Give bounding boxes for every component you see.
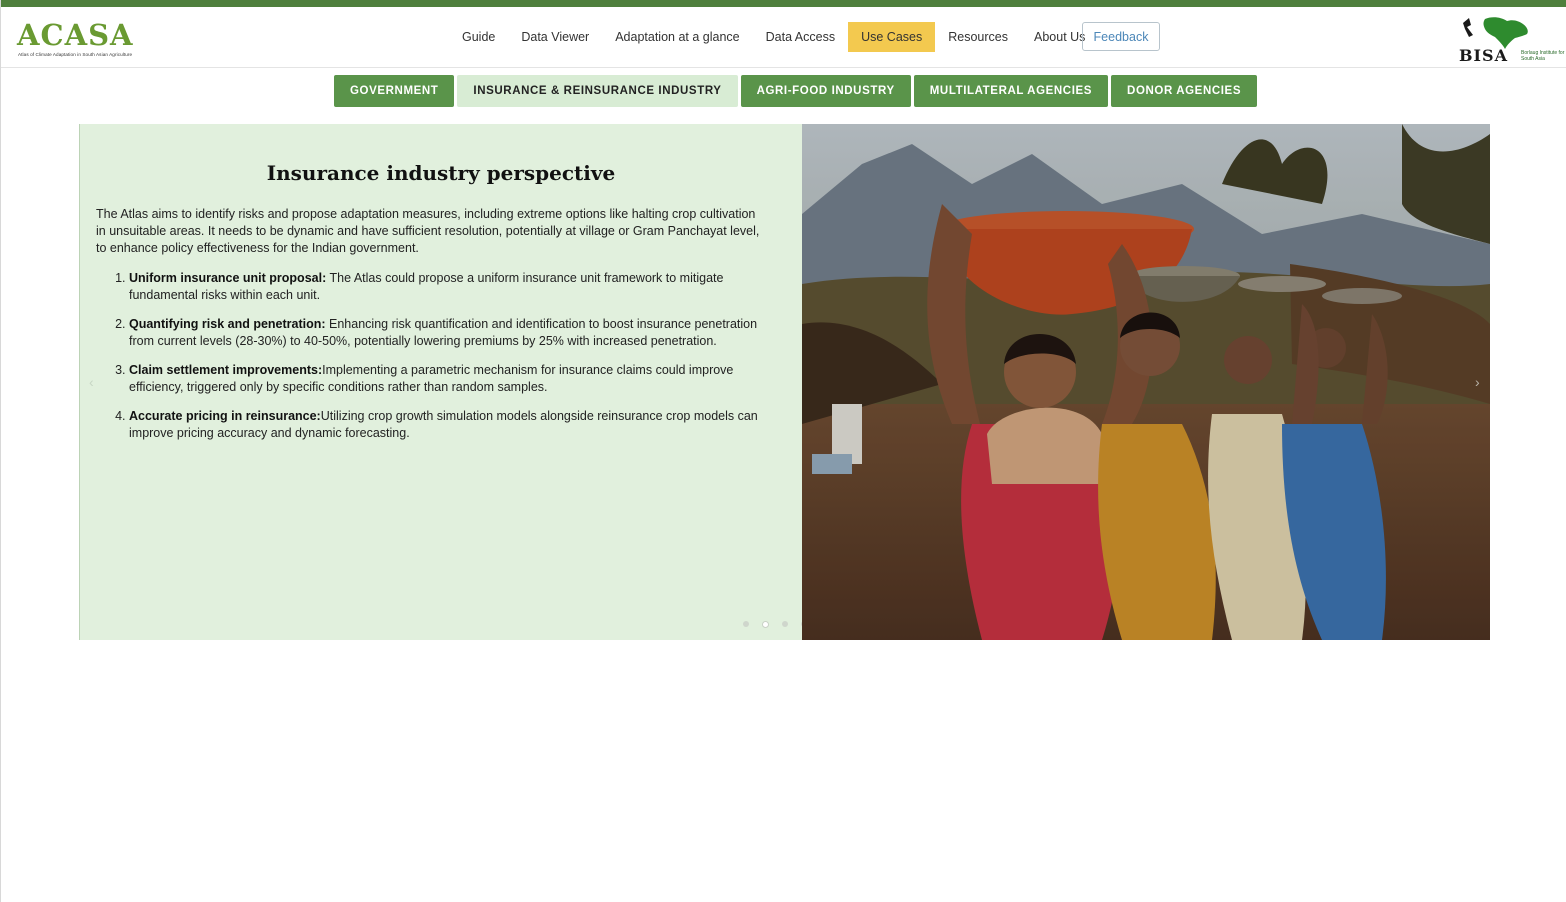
nav-item-guide[interactable]: Guide [449, 22, 508, 52]
slide-text-panel: Insurance industry perspective The Atlas… [80, 124, 826, 640]
slide-title: Insurance industry perspective [266, 161, 616, 185]
carousel-prev-icon[interactable]: ‹ [89, 374, 94, 390]
slide-point: Accurate pricing in reinsurance:Utilizin… [129, 408, 785, 442]
acasa-logo-tagline: Atlas of Climate Adaptation in South Asi… [18, 52, 133, 57]
tab-agri-food-industry[interactable]: AGRI-FOOD INDUSTRY [740, 75, 911, 107]
nav-item-adaptation-at-a-glance[interactable]: Adaptation at a glance [602, 22, 752, 52]
carousel-dot[interactable] [762, 621, 769, 628]
top-accent-stripe [1, 0, 1566, 7]
nav-item-data-viewer[interactable]: Data Viewer [508, 22, 602, 52]
site-header: ACASA Atlas of Climate Adaptation in Sou… [1, 7, 1566, 68]
main-nav: Guide Data Viewer Adaptation at a glance Da… [449, 22, 1098, 52]
slide-point-heading: Quantifying risk and penetration: [129, 317, 326, 331]
bisa-logo-subtitle: Borlaug Institute for South Asia [1521, 50, 1565, 62]
slide-point-heading: Accurate pricing in reinsurance: [129, 409, 321, 423]
nav-item-use-cases[interactable]: Use Cases [848, 22, 936, 52]
slide-point-heading: Uniform insurance unit proposal: [129, 271, 327, 285]
use-case-tabs: GOVERNMENT INSURANCE & REINSURANCE INDUST… [334, 75, 1258, 107]
tab-insurance-reinsurance-industry[interactable]: INSURANCE & REINSURANCE INDUSTRY [457, 75, 738, 107]
slide-point: Quantifying risk and penetration: Enhanc… [129, 316, 785, 350]
slide-intro: The Atlas aims to identify risks and pro… [96, 207, 760, 255]
use-case-carousel: Insurance industry perspective The Atlas… [79, 124, 1491, 640]
tab-multilateral-agencies[interactable]: MULTILATERAL AGENCIES [913, 75, 1109, 107]
tab-donor-agencies[interactable]: DONOR AGENCIES [1111, 75, 1258, 107]
carousel-dot[interactable] [743, 621, 749, 627]
slide-point: Uniform insurance unit proposal: The Atl… [129, 270, 785, 304]
slide-point: Claim settlement improvements:Implementi… [129, 362, 785, 396]
acasa-logo-word: ACASA [17, 18, 134, 52]
acasa-logo[interactable]: ACASA Atlas of Climate Adaptation in Sou… [17, 19, 135, 61]
nav-item-resources[interactable]: Resources [935, 22, 1021, 52]
nav-item-data-access[interactable]: Data Access [753, 22, 848, 52]
slide-points-list: Uniform insurance unit proposal: The Atl… [96, 270, 786, 442]
slide-photo: › [802, 124, 1490, 640]
tab-government[interactable]: GOVERNMENT [334, 75, 455, 107]
women-carrying-baskets-photo [802, 124, 1490, 640]
feedback-button[interactable]: Feedback [1082, 22, 1160, 51]
slide-point-heading: Claim settlement improvements: [129, 363, 323, 377]
carousel-dot[interactable] [782, 621, 788, 627]
carousel-next-icon[interactable]: › [1475, 374, 1480, 390]
bisa-logo[interactable]: BISA Borlaug Institute for South Asia [1457, 15, 1565, 67]
bisa-logo-word: BISA [1459, 46, 1508, 65]
